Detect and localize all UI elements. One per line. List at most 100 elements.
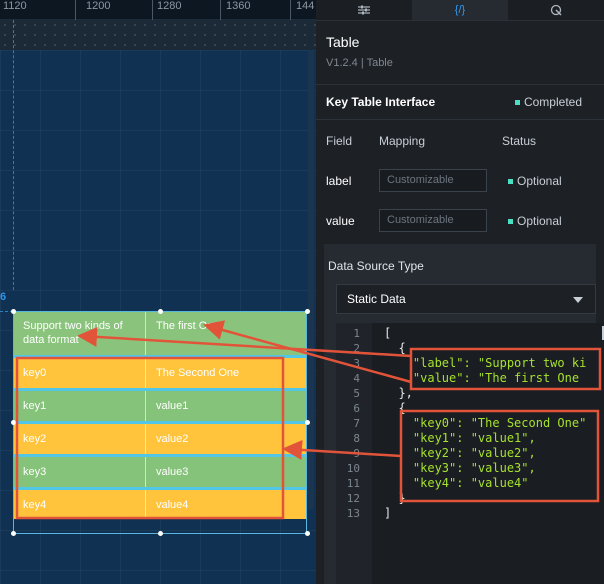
- line-number: 3: [353, 357, 360, 370]
- table-row: key1 value1: [13, 391, 307, 421]
- resize-handle[interactable]: [305, 420, 310, 425]
- coordinate-readout: 6: [0, 291, 7, 303]
- field-name-label: label: [326, 174, 352, 188]
- key-table: Support two kinds of data format The fir…: [13, 311, 307, 519]
- resize-handle[interactable]: [305, 309, 310, 314]
- chevron-down-icon: [573, 297, 583, 303]
- table-cell-key: key3: [23, 466, 47, 478]
- component-version: V1.2.4 | Table: [326, 57, 393, 69]
- table-cell-key: key1: [23, 400, 47, 412]
- tab-interaction[interactable]: [508, 0, 604, 20]
- status-dot: [508, 179, 513, 185]
- table-cell-key: key0: [23, 367, 47, 379]
- code-line: }: [384, 491, 406, 505]
- resize-handle[interactable]: [11, 309, 16, 314]
- table-row: key4 value4: [13, 490, 307, 519]
- line-number: 8: [353, 432, 360, 445]
- line-number: 10: [346, 462, 360, 475]
- line-number: 12: [346, 492, 360, 505]
- ruler-label: 1120: [3, 0, 27, 12]
- table-cell-value: value4: [145, 490, 307, 519]
- resize-handle[interactable]: [305, 531, 310, 536]
- field-name-value: value: [326, 214, 355, 228]
- interface-status-text: Completed: [523, 95, 582, 109]
- field-status: Optional: [508, 214, 562, 228]
- tab-data[interactable]: {/}: [412, 0, 508, 20]
- resize-handle[interactable]: [11, 531, 16, 536]
- tab-settings[interactable]: [316, 0, 412, 20]
- resize-handle[interactable]: [11, 420, 16, 425]
- field-status-text: Optional: [517, 174, 562, 188]
- divider: [316, 119, 604, 120]
- ruler-tick: [75, 0, 76, 20]
- line-number: 1: [353, 327, 360, 340]
- ruler-label: 1360: [226, 0, 251, 12]
- column-header-status: Status: [502, 134, 537, 148]
- code-line: "label": "Support two ki: [384, 356, 587, 370]
- table-row: key0 The Second One: [13, 358, 307, 388]
- status-dot: [508, 219, 513, 225]
- code-line: "value": "The first One: [384, 371, 580, 385]
- column-header-mapping: Mapping: [379, 134, 426, 148]
- header-cell-2: The first One: [145, 311, 307, 355]
- divider: [316, 84, 604, 85]
- data-source-value: Static Data: [347, 292, 406, 306]
- data-source-label: Data Source Type: [328, 259, 424, 273]
- interface-status: Completed: [514, 95, 582, 109]
- code-line: {: [384, 341, 406, 355]
- line-number: 5: [353, 387, 360, 400]
- interface-label: Key Table Interface: [326, 95, 436, 109]
- ruler-label: 1200: [86, 0, 111, 12]
- table-cell-value: value1: [145, 391, 307, 421]
- table-cell-value: value2: [145, 424, 307, 454]
- code-line: },: [384, 386, 413, 400]
- table-row: key2 value2: [13, 424, 307, 454]
- interaction-icon: [550, 4, 562, 16]
- line-number: 2: [353, 342, 360, 355]
- ruler-tick: [220, 0, 221, 20]
- line-number: 7: [353, 417, 360, 430]
- line-number: 4: [353, 372, 360, 385]
- horizontal-ruler: 1120 1200 1280 1360 144: [0, 0, 316, 20]
- mapping-input-label[interactable]: Customizable: [379, 169, 487, 192]
- code-line: "key3": "value3",: [384, 461, 536, 475]
- column-header-field: Field: [326, 134, 353, 148]
- ruler-tick: [290, 0, 291, 20]
- line-number: 13: [346, 507, 360, 520]
- table-cell-value: value3: [145, 457, 307, 487]
- code-editor[interactable]: 1 2 3 4 5 6 7 8 9 10 11 12 13 [ { "label…: [336, 323, 604, 584]
- code-line: "key2": "value2",: [384, 446, 536, 460]
- field-status-text: Optional: [517, 214, 562, 228]
- code-line: "key4": "value4": [384, 476, 529, 490]
- line-number: 11: [346, 477, 360, 490]
- code-line: "key0": "The Second One": [384, 416, 587, 430]
- table-header-row: Support two kinds of data format The fir…: [13, 311, 307, 355]
- table-cell-value: The Second One: [145, 358, 307, 388]
- status-dot: [514, 100, 520, 106]
- config-panel: {/} Table V1.2.4 | Table Key Table Inter…: [316, 0, 604, 584]
- alignment-guide-vertical: [13, 20, 14, 290]
- mapping-input-value[interactable]: Customizable: [379, 209, 487, 232]
- code-line: {: [384, 401, 406, 415]
- code-line: "key1": "value1",: [384, 431, 536, 445]
- canvas-scrollbar[interactable]: [308, 50, 314, 510]
- line-number: 9: [353, 447, 360, 460]
- code-line: ]: [384, 506, 392, 520]
- code-tab-label: {/}: [454, 4, 466, 16]
- header-cell-1: Support two kinds of data format: [23, 320, 123, 346]
- resize-handle[interactable]: [158, 309, 163, 314]
- resize-handle[interactable]: [158, 531, 163, 536]
- data-source-select[interactable]: Static Data: [336, 284, 596, 314]
- code-line: [: [384, 326, 392, 340]
- field-status: Optional: [508, 174, 562, 188]
- guide-strip: [0, 20, 316, 50]
- ruler-tick: [152, 0, 153, 20]
- table-widget[interactable]: Support two kinds of data format The fir…: [11, 309, 310, 536]
- table-row: key3 value3: [13, 457, 307, 487]
- ruler-label: 144: [296, 0, 315, 12]
- component-title: Table: [326, 34, 360, 50]
- sliders-icon: [358, 5, 370, 15]
- table-cell-key: key2: [23, 433, 47, 445]
- table-cell-key: key4: [23, 498, 47, 511]
- ruler-label: 1280: [157, 0, 182, 12]
